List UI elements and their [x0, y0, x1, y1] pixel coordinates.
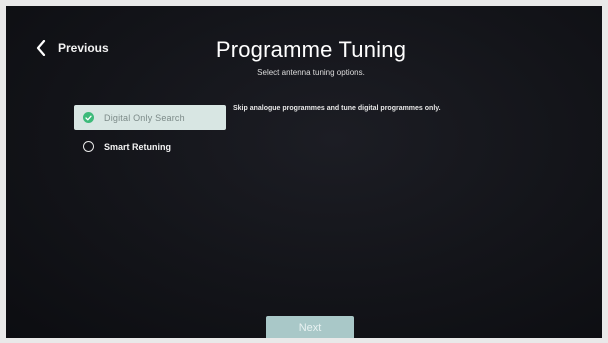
- page-title: Programme Tuning: [215, 37, 407, 62]
- option-label: Digital Only Search: [104, 112, 185, 123]
- tuning-options-list: Digital Only Search Smart Retuning: [74, 105, 226, 163]
- tv-screen: Previous Programme Tuning Select antenna…: [6, 6, 602, 338]
- option-label: Smart Retuning: [104, 141, 172, 152]
- radio-empty-icon: [83, 141, 94, 152]
- check-circle-icon: [83, 112, 94, 123]
- option-digital-only-search[interactable]: Digital Only Search: [74, 105, 226, 130]
- tv-frame: Previous Programme Tuning Select antenna…: [0, 0, 608, 343]
- option-smart-retuning[interactable]: Smart Retuning: [74, 134, 226, 159]
- option-description: Skip analogue programmes and tune digita…: [233, 105, 441, 112]
- next-button[interactable]: Next: [266, 316, 354, 338]
- page-subtitle: Select antenna tuning options.: [257, 68, 365, 77]
